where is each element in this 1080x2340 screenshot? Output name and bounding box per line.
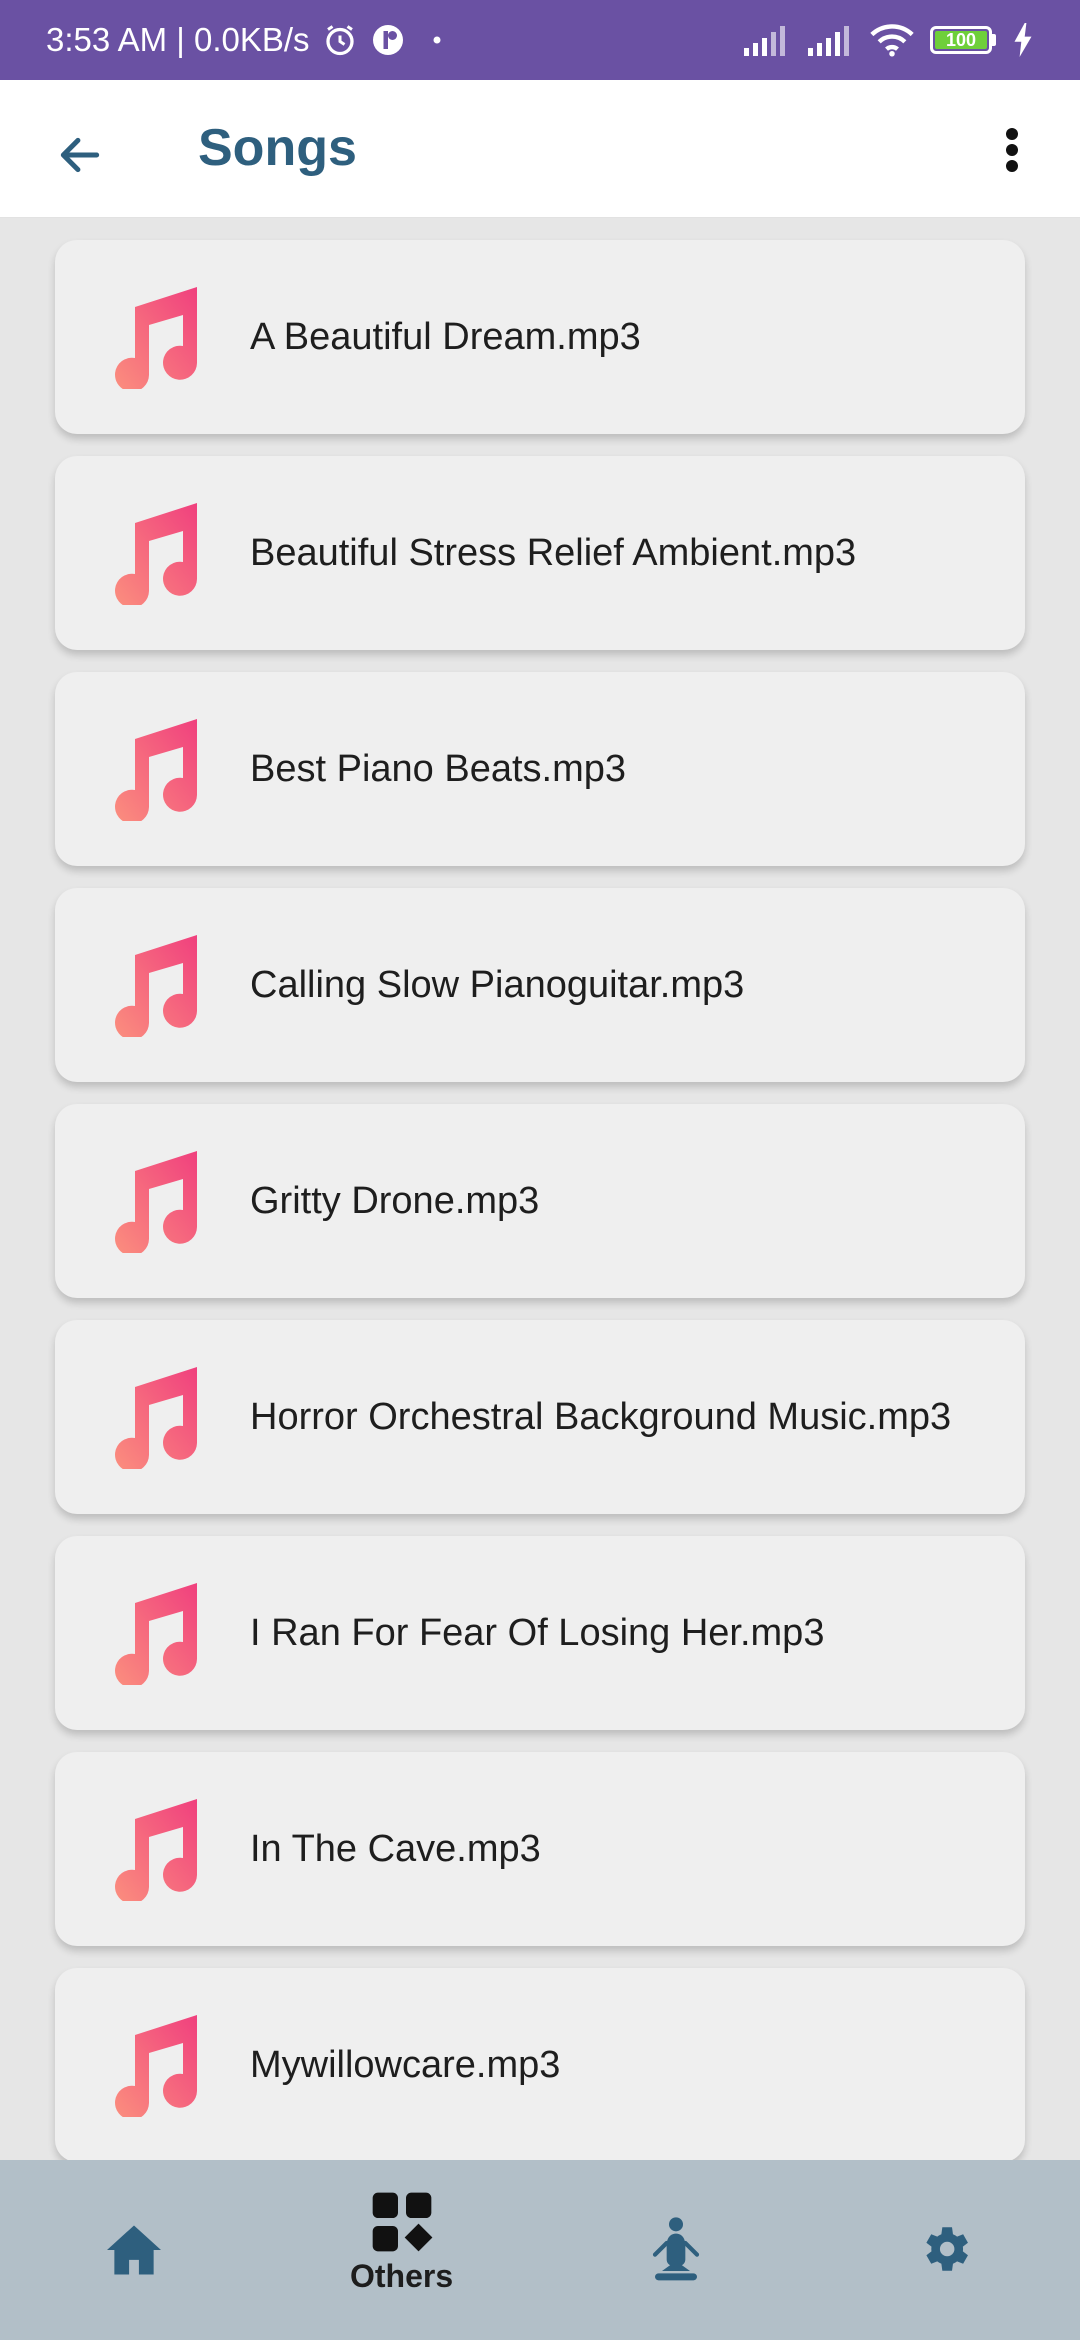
nav-settings[interactable] (916, 2220, 974, 2278)
alarm-icon (322, 22, 358, 58)
dot-icon (432, 35, 442, 45)
music-note-icon (115, 935, 197, 1037)
wifi-icon (870, 23, 914, 57)
song-item[interactable]: A Beautiful Dream.mp3 (55, 240, 1025, 434)
home-icon (107, 2225, 161, 2275)
song-item[interactable]: Gritty Drone.mp3 (55, 1104, 1025, 1298)
music-note-icon (115, 1367, 197, 1469)
app-notification-icon (370, 22, 406, 58)
signal-icon (742, 24, 790, 56)
music-note-icon (115, 719, 197, 821)
song-title: A Beautiful Dream.mp3 (250, 315, 641, 358)
song-title: Calling Slow Pianoguitar.mp3 (250, 963, 745, 1006)
song-item[interactable]: In The Cave.mp3 (55, 1752, 1025, 1946)
song-item[interactable]: Best Piano Beats.mp3 (55, 672, 1025, 866)
song-title: Best Piano Beats.mp3 (250, 747, 626, 790)
nav-meditation[interactable] (648, 2214, 704, 2286)
grid-icon (372, 2192, 432, 2252)
song-title: I Ran For Fear Of Losing Her.mp3 (250, 1611, 825, 1654)
song-item[interactable]: Calling Slow Pianoguitar.mp3 (55, 888, 1025, 1082)
nav-label-others: Others (350, 2258, 454, 2294)
bottom-navigation: Others (0, 2160, 1080, 2340)
song-title: Gritty Drone.mp3 (250, 1179, 540, 1222)
song-item[interactable]: I Ran For Fear Of Losing Her.mp3 (55, 1536, 1025, 1730)
music-note-icon (115, 1799, 197, 1901)
song-title: Horror Orchestral Background Music.mp3 (250, 1395, 952, 1438)
nav-home[interactable] (104, 2223, 164, 2277)
settings-icon (926, 2227, 968, 2271)
song-item[interactable]: Horror Orchestral Background Music.mp3 (55, 1320, 1025, 1514)
music-note-icon (115, 1151, 197, 1253)
song-list[interactable]: A Beautiful Dream.mp3 Beautiful Stress R… (0, 218, 1080, 2160)
meditation-icon (652, 2217, 700, 2281)
music-note-icon (115, 287, 197, 389)
page-title: Songs (198, 119, 357, 177)
more-options-button[interactable] (982, 120, 1042, 180)
status-bar: 3:53 AM | 0.0KB/s 100 (0, 0, 1080, 80)
battery-level: 100 (935, 30, 987, 50)
music-note-icon (115, 503, 197, 605)
charging-icon (1012, 23, 1034, 57)
music-note-icon (115, 1583, 197, 1685)
signal-icon (806, 24, 854, 56)
app-bar: Songs (0, 80, 1080, 218)
music-note-icon (115, 2015, 197, 2117)
more-vertical-icon (1006, 128, 1018, 172)
arrow-left-icon (60, 137, 100, 173)
song-title: Beautiful Stress Relief Ambient.mp3 (250, 531, 857, 574)
song-title: In The Cave.mp3 (250, 1827, 541, 1870)
song-item[interactable]: Mywillowcare.mp3 (55, 1968, 1025, 2160)
status-time-speed: 3:53 AM | 0.0KB/s (46, 21, 310, 58)
nav-others[interactable]: Others (350, 2190, 453, 2295)
song-item[interactable]: Beautiful Stress Relief Ambient.mp3 (55, 456, 1025, 650)
song-title: Mywillowcare.mp3 (250, 2043, 561, 2086)
battery-icon: 100 (930, 26, 996, 54)
back-button[interactable] (50, 125, 110, 185)
